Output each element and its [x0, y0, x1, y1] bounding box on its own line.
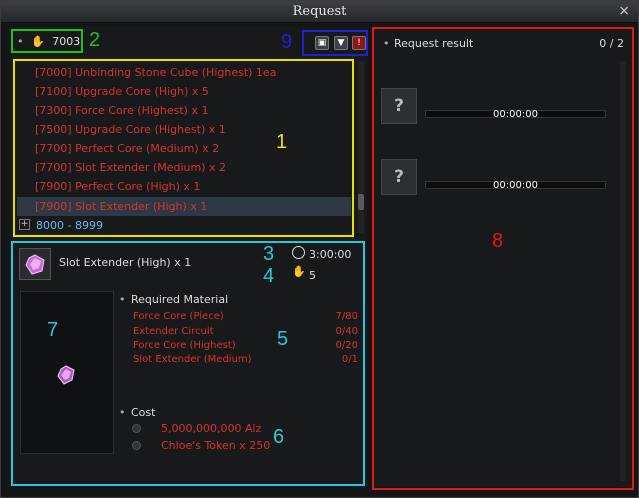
item-preview-box [20, 291, 114, 454]
list-scroll-thumb[interactable] [358, 194, 364, 210]
right-scrollbar[interactable] [620, 61, 626, 481]
window-title: Request [292, 4, 347, 19]
cost-heading: Cost [131, 406, 156, 419]
list-item[interactable]: [7900] Slot Extender (High) x 1 [35, 200, 207, 213]
result-bullet-icon: • [383, 37, 390, 50]
reward-hand-icon: ✋ [292, 265, 306, 278]
cost-radio[interactable] [132, 441, 141, 450]
preview-gem-icon [57, 365, 75, 385]
cost-bullet-icon: • [119, 406, 126, 419]
result-heading: Request result [394, 37, 474, 50]
annotation-number-5: 5 [277, 328, 289, 350]
list-item[interactable]: [7100] Upgrade Core (High) x 5 [35, 85, 209, 98]
bullet-icon: • [17, 35, 24, 48]
material-name: Force Core (Piece) [133, 311, 224, 322]
close-icon[interactable]: × [618, 3, 630, 19]
group-toggle-button[interactable]: + [19, 219, 30, 230]
material-name: Extender Circuit [133, 326, 214, 337]
item-name: Slot Extender (High) x 1 [59, 256, 192, 269]
required-bullet-icon: • [119, 293, 126, 306]
slot-timer: 00:00:00 [493, 180, 538, 191]
list-item[interactable]: [7500] Upgrade Core (Highest) x 1 [35, 123, 226, 136]
hand-coin-icon: ✋ [31, 35, 45, 48]
annotation-number-8: 8 [492, 230, 504, 252]
annotation-number-9: 9 [281, 31, 293, 53]
cost-value: Chloe's Token x 250 [161, 439, 271, 452]
time-value: 3:00:00 [309, 248, 352, 261]
annotation-number-4: 4 [263, 265, 275, 287]
annotation-number-3: 3 [263, 243, 275, 265]
material-qty: 0/40 [335, 326, 358, 337]
group-label[interactable]: 8000 - 8999 [36, 219, 103, 232]
cost-value: 5,000,000,000 Alz [161, 422, 262, 435]
list-item[interactable]: [7300] Force Core (Highest) x 1 [35, 104, 208, 117]
sort-down-icon[interactable]: ▼ [334, 36, 348, 50]
list-item[interactable]: [7900] Perfect Core (High) x 1 [35, 180, 200, 193]
material-name: Force Core (Highest) [133, 340, 236, 351]
result-count: 0 / 2 [599, 37, 624, 50]
material-name: Slot Extender (Medium) [133, 354, 252, 365]
item-icon [19, 248, 51, 280]
request-slot[interactable]: ? 00:00:00 [381, 88, 611, 128]
filter-icon[interactable]: ▣ [315, 36, 329, 50]
annotation-number-6: 6 [273, 426, 285, 448]
unknown-slot-icon: ? [381, 159, 417, 195]
token-count: 7003 [52, 35, 81, 48]
material-qty: 7/80 [335, 311, 358, 322]
token-header: • ✋ 7003 [17, 35, 80, 48]
alert-icon[interactable]: ! [352, 36, 366, 50]
material-qty: 0/1 [341, 354, 358, 365]
required-heading: Required Material [131, 293, 229, 306]
title-bar: Request × [1, 1, 638, 23]
request-slot[interactable]: ? 00:00:00 [381, 159, 611, 199]
material-qty: 0/20 [335, 340, 358, 351]
list-item[interactable]: [7000] Unbinding Stone Cube (Highest) 1e… [35, 66, 276, 79]
list-item[interactable]: [7700] Perfect Core (Medium) x 2 [35, 142, 219, 155]
cost-radio[interactable] [132, 424, 141, 433]
reward-value: 5 [309, 269, 316, 282]
unknown-slot-icon: ? [381, 88, 417, 124]
slot-timer: 00:00:00 [493, 109, 538, 120]
annotation-number-1: 1 [276, 131, 288, 153]
request-window: Request × • ✋ 7003 ▣ ▼ ! [7000] Unbindin… [0, 0, 639, 498]
list-item[interactable]: [7700] Slot Extender (Medium) x 2 [35, 161, 226, 174]
annotation-number-7: 7 [47, 319, 59, 341]
annotation-number-2: 2 [89, 29, 101, 51]
clock-icon [292, 246, 305, 259]
